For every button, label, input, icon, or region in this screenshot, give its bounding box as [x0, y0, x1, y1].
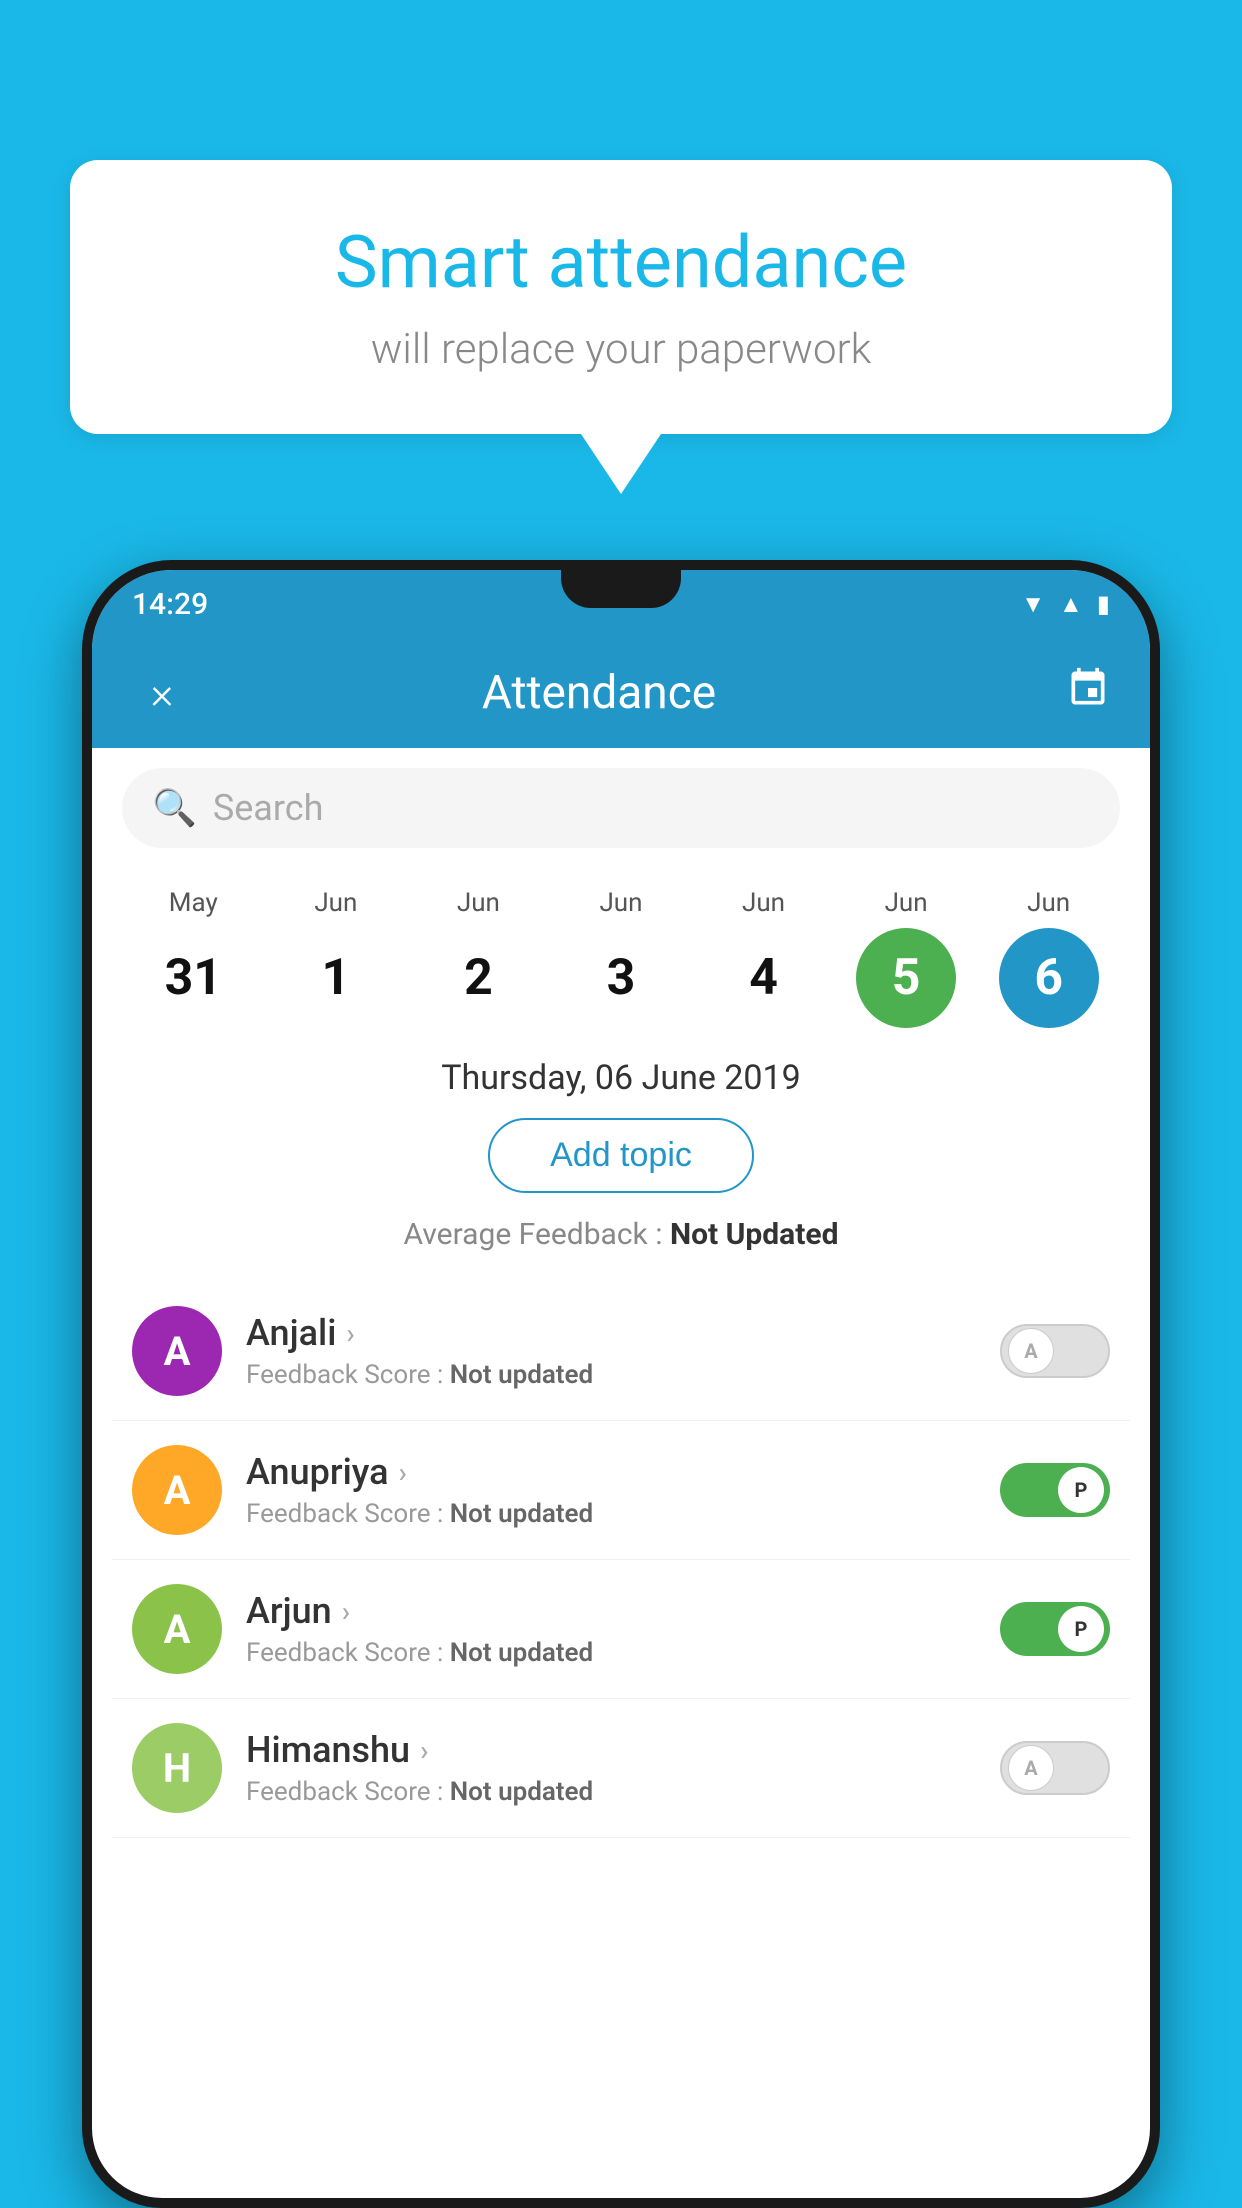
search-placeholder: Search: [213, 787, 324, 829]
student-avatar: A: [132, 1306, 222, 1396]
chevron-right-icon: ›: [399, 1456, 407, 1489]
day-month-label: May: [169, 888, 218, 918]
student-avatar: A: [132, 1584, 222, 1674]
student-avatar: A: [132, 1445, 222, 1535]
student-item-0[interactable]: A Anjali › Feedback Score : Not updated A: [112, 1282, 1130, 1421]
student-item-1[interactable]: A Anupriya › Feedback Score : Not updated P: [112, 1421, 1130, 1560]
chevron-right-icon: ›: [346, 1317, 354, 1350]
student-name: Himanshu ›: [246, 1729, 976, 1771]
speech-bubble-title: Smart attendance: [150, 220, 1092, 305]
chevron-right-icon: ›: [342, 1595, 350, 1628]
student-feedback-score: Feedback Score : Not updated: [246, 1360, 976, 1390]
day-number-label: 5: [856, 928, 956, 1028]
phone-frame: 14:29 ▼ ▲ ▮ × Attendance 🔍 Search M: [82, 560, 1160, 2208]
speech-bubble: Smart attendance will replace your paper…: [70, 160, 1172, 434]
wifi-icon: ▼: [1021, 590, 1045, 619]
calendar-day-3[interactable]: Jun 3: [561, 888, 681, 1028]
day-month-label: Jun: [599, 888, 642, 918]
student-avatar: H: [132, 1723, 222, 1813]
calendar-button[interactable]: [1066, 666, 1110, 721]
student-feedback-score: Feedback Score : Not updated: [246, 1638, 976, 1668]
student-name: Anjali ›: [246, 1312, 976, 1354]
calendar-day-1[interactable]: Jun 1: [276, 888, 396, 1028]
student-info: Arjun › Feedback Score : Not updated: [246, 1590, 976, 1668]
toggle-knob: P: [1058, 1467, 1104, 1513]
attendance-toggle-anjali[interactable]: A: [1000, 1324, 1110, 1378]
avg-feedback-label: Average Feedback :: [404, 1217, 663, 1252]
student-info: Himanshu › Feedback Score : Not updated: [246, 1729, 976, 1807]
calendar-day-4[interactable]: Jun 4: [704, 888, 824, 1028]
selected-date-label: Thursday, 06 June 2019: [92, 1028, 1150, 1118]
attendance-toggle-arjun[interactable]: P: [1000, 1602, 1110, 1656]
speech-bubble-subtitle: will replace your paperwork: [150, 325, 1092, 374]
calendar-day-5[interactable]: Jun 5: [846, 888, 966, 1028]
calendar-day-2[interactable]: Jun 2: [418, 888, 538, 1028]
student-list: AAnjali ›Feedback Score : Not updatedAAA…: [92, 1282, 1150, 1838]
status-icons: ▼ ▲ ▮: [1021, 590, 1110, 619]
search-bar[interactable]: 🔍 Search: [122, 768, 1120, 848]
day-number-label: 2: [428, 928, 528, 1028]
toggle-knob: A: [1008, 1328, 1054, 1374]
search-icon: 🔍: [152, 787, 197, 829]
day-month-label: Jun: [885, 888, 928, 918]
phone-notch: [561, 570, 681, 608]
speech-bubble-tail: [581, 434, 661, 494]
signal-icon: ▲: [1059, 590, 1083, 619]
day-month-label: Jun: [1027, 888, 1070, 918]
day-number-label: 1: [286, 928, 386, 1028]
student-info: Anupriya › Feedback Score : Not updated: [246, 1451, 976, 1529]
student-info: Anjali › Feedback Score : Not updated: [246, 1312, 976, 1390]
attendance-toggle-himanshu[interactable]: A: [1000, 1741, 1110, 1795]
calendar-day-6[interactable]: Jun 6: [989, 888, 1109, 1028]
speech-bubble-container: Smart attendance will replace your paper…: [70, 160, 1172, 494]
add-topic-button[interactable]: Add topic: [488, 1118, 754, 1193]
student-item-3[interactable]: H Himanshu › Feedback Score : Not updated A: [112, 1699, 1130, 1838]
phone-inner: 14:29 ▼ ▲ ▮ × Attendance 🔍 Search M: [92, 570, 1150, 2198]
attendance-toggle-anupriya[interactable]: P: [1000, 1463, 1110, 1517]
student-feedback-score: Feedback Score : Not updated: [246, 1777, 976, 1807]
avg-feedback-value: Not Updated: [670, 1217, 839, 1252]
app-bar-title: Attendance: [132, 666, 1066, 720]
day-number-label: 3: [571, 928, 671, 1028]
app-bar: × Attendance: [92, 638, 1150, 748]
chevron-right-icon: ›: [420, 1734, 428, 1767]
day-month-label: Jun: [314, 888, 357, 918]
student-name: Anupriya ›: [246, 1451, 976, 1493]
day-month-label: Jun: [742, 888, 785, 918]
student-item-2[interactable]: A Arjun › Feedback Score : Not updated P: [112, 1560, 1130, 1699]
day-number-label: 6: [999, 928, 1099, 1028]
battery-icon: ▮: [1097, 590, 1110, 618]
day-number-label: 31: [143, 928, 243, 1028]
student-name: Arjun ›: [246, 1590, 976, 1632]
student-feedback-score: Feedback Score : Not updated: [246, 1499, 976, 1529]
day-number-label: 4: [714, 928, 814, 1028]
avg-feedback: Average Feedback : Not Updated: [92, 1217, 1150, 1252]
day-month-label: Jun: [457, 888, 500, 918]
calendar-strip: May 31 Jun 1 Jun 2 Jun 3 Jun 4 Jun 5 Jun 6: [92, 868, 1150, 1028]
toggle-knob: P: [1058, 1606, 1104, 1652]
toggle-knob: A: [1008, 1745, 1054, 1791]
status-time: 14:29: [132, 587, 208, 622]
calendar-day-0[interactable]: May 31: [133, 888, 253, 1028]
